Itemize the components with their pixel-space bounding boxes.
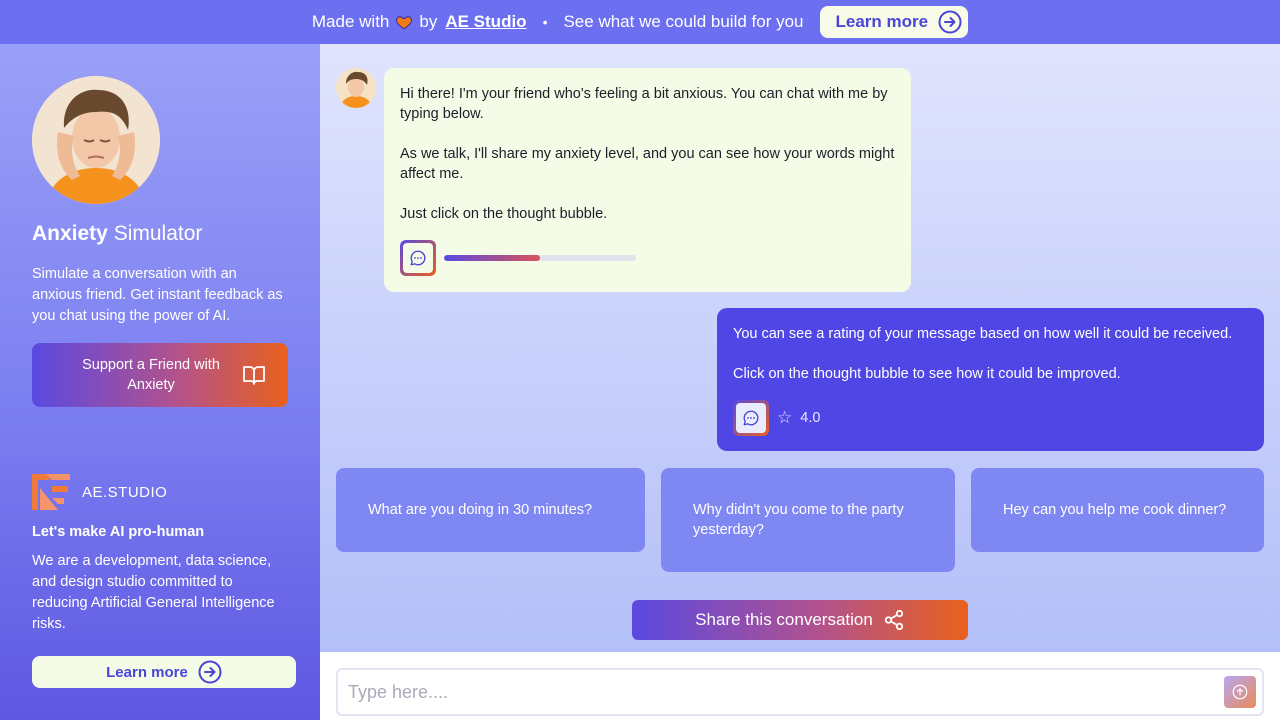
app-description: Simulate a conversation with an anxious …	[32, 266, 283, 324]
message-input[interactable]	[348, 681, 1224, 703]
bot-message-bubble: Hi there! I'm your friend who's feeling …	[384, 68, 911, 292]
arrow-right-circle-icon	[198, 660, 222, 684]
app-title-rest: Simulator	[107, 222, 203, 245]
made-with-text: Made with	[311, 12, 390, 31]
suggestion-label: Why didn't you come to the party yesterd…	[693, 502, 904, 538]
ae-studio-brand: AE.STUDIO	[32, 474, 167, 510]
thought-bubble-icon	[743, 410, 759, 426]
banner-learn-more-button[interactable]: Learn more	[819, 6, 969, 38]
book-open-icon	[243, 366, 265, 385]
ae-studio-link[interactable]: AE Studio	[445, 12, 526, 32]
message-rating: ☆ 4.0	[777, 408, 820, 428]
bot-thought-bubble-button[interactable]	[400, 240, 436, 276]
bot-avatar	[336, 68, 376, 108]
about-text: We are a development, data science, and …	[32, 553, 275, 632]
app-title-bold: Anxiety	[32, 222, 108, 245]
user-message-bubble: You can see a rating of your message bas…	[717, 308, 1264, 451]
anxious-friend-avatar	[32, 76, 160, 204]
ae-studio-wordmark: AE.STUDIO	[82, 483, 168, 501]
sidebar: Anxiety Simulator Simulate a conversatio…	[0, 44, 320, 720]
ae-studio-logo	[32, 474, 70, 510]
anxiety-level-fill	[444, 255, 540, 261]
sidebar-learn-more-button[interactable]: Learn more	[32, 656, 296, 688]
bot-message-paragraph: As we talk, I'll share my anxiety level,…	[400, 146, 895, 182]
bot-message-paragraph: Hi there! I'm your friend who's feeling …	[400, 86, 888, 122]
user-message-paragraph: Click on the thought bubble to see how i…	[733, 366, 1121, 382]
chat-area: Hi there! I'm your friend who's feeling …	[320, 44, 1280, 652]
send-icon	[1232, 684, 1248, 700]
heart-icon	[396, 16, 413, 30]
share-conversation-button[interactable]: Share this conversation	[632, 600, 968, 640]
suggestion-chip[interactable]: What are you doing in 30 minutes?	[336, 468, 645, 552]
tagline: Let's make AI pro-human	[32, 524, 205, 540]
suggestion-label: What are you doing in 30 minutes?	[368, 502, 593, 518]
support-friend-label: Support a Friend with Anxiety	[82, 357, 220, 393]
separator-dot: •	[542, 14, 548, 30]
app-title: Anxiety Simulator	[32, 222, 288, 246]
bot-message-meta	[400, 240, 636, 276]
rating-value: 4.0	[800, 410, 821, 426]
user-message-meta: ☆ 4.0	[733, 400, 820, 436]
message-input-container	[336, 668, 1264, 716]
top-banner: Made with by AE Studio • See what we cou…	[0, 0, 1280, 44]
suggestion-label: Hey can you help me cook dinner?	[1003, 502, 1227, 518]
user-message-paragraph: You can see a rating of your message bas…	[733, 326, 1233, 342]
share-icon	[884, 609, 903, 631]
user-thought-bubble-button[interactable]	[733, 400, 769, 436]
banner-learn-more-label: Learn more	[835, 12, 929, 31]
share-conversation-label: Share this conversation	[695, 610, 873, 629]
arrow-right-circle-icon	[938, 10, 962, 34]
pitch-text: See what we could build for you	[563, 12, 804, 31]
anxiety-level-bar	[444, 255, 636, 261]
sidebar-learn-more-label: Learn more	[106, 663, 188, 681]
send-button[interactable]	[1224, 676, 1256, 708]
message-input-bar	[320, 652, 1280, 720]
thought-bubble-icon	[410, 250, 426, 266]
bot-message-paragraph: Just click on the thought bubble.	[400, 206, 608, 222]
by-text: by	[419, 12, 438, 31]
star-icon: ☆	[777, 408, 793, 427]
suggestion-chip[interactable]: Hey can you help me cook dinner?	[971, 468, 1264, 552]
support-friend-button[interactable]: Support a Friend with Anxiety	[32, 343, 288, 407]
suggestion-chip[interactable]: Why didn't you come to the party yesterd…	[661, 468, 955, 572]
